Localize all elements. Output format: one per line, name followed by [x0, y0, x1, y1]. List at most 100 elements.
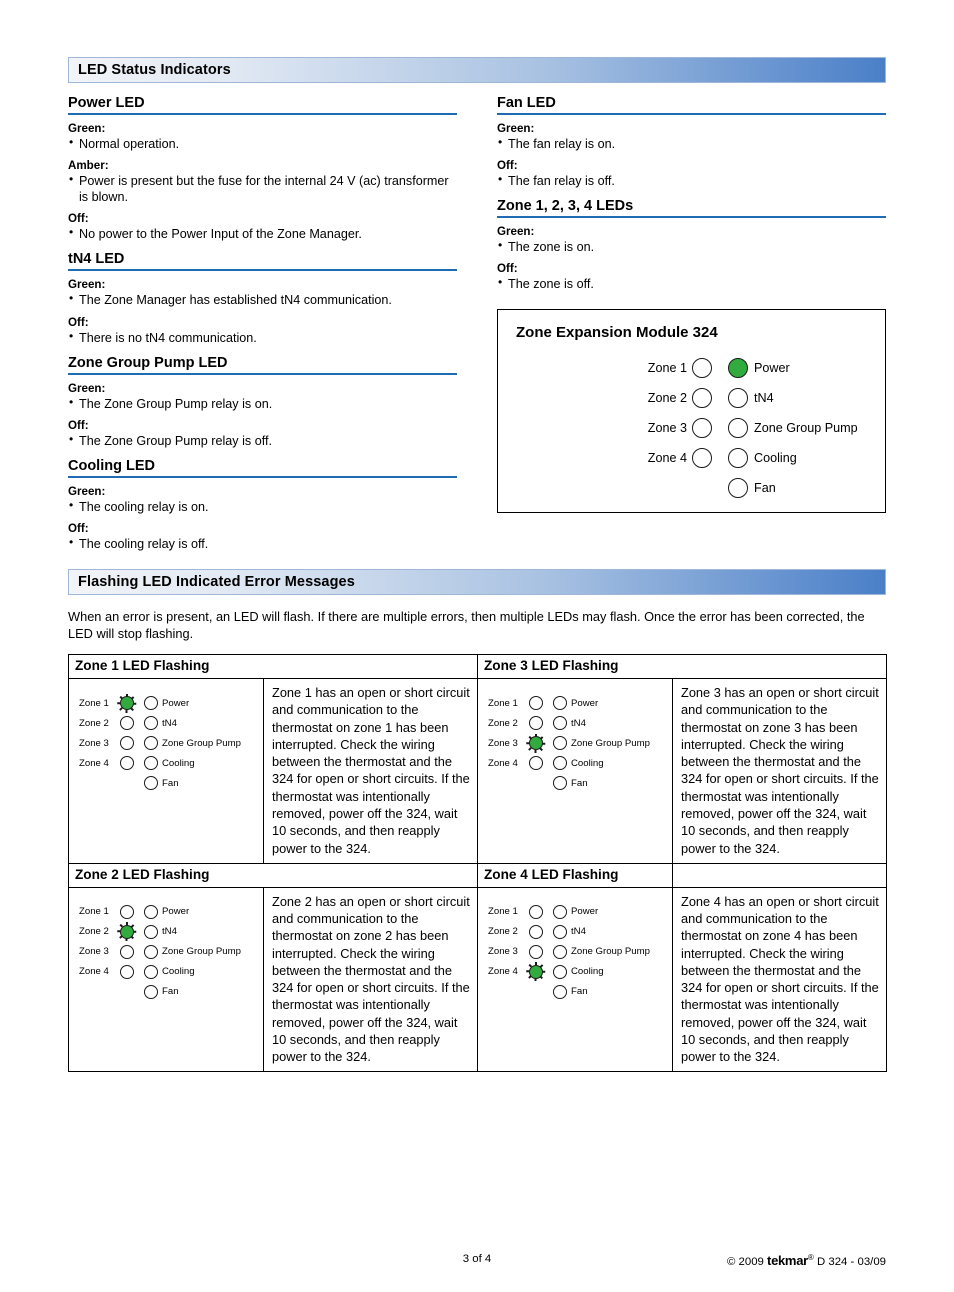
heading-fan-led: Fan LED [497, 95, 886, 115]
mini-zone-label: Zone 3 [79, 946, 109, 958]
table-diagram-cell: Zone 1 Power Zone 2 tN4 Zone 3 Zone Group Pum… [477, 678, 674, 864]
mini-led-diagram: Zone 1 Power Zone 2 tN4 Zone 3 Zone Group Pum… [488, 902, 674, 1002]
state-label: Green: [68, 484, 106, 498]
mini-status-label: Cooling [162, 966, 195, 978]
led-zone-3 [692, 418, 712, 439]
led-zone-4 [692, 448, 712, 469]
mini-led-tn4 [553, 924, 567, 939]
table-diagram-cell: Zone 1 Power Zone 2 tN4 Zone 3 Zone Group Pum… [477, 886, 674, 1073]
table-description-cell: Zone 1 has an open or short circuit and … [263, 678, 478, 864]
module-status-label: tN4 [754, 391, 774, 406]
mini-led-zone-1 [529, 696, 543, 711]
state-description: Power is present but the fuse for the in… [68, 172, 457, 205]
mini-led-row: Zone 3 Zone Group Pump [488, 942, 674, 962]
module-zone-label: Zone 3 [647, 421, 687, 436]
mini-zone-label: Zone 1 [79, 906, 109, 918]
led-zone-group-pump [728, 418, 748, 439]
led-zone-2 [692, 388, 712, 409]
mini-zone-label: Zone 4 [79, 757, 109, 769]
module-diagram-title: Zone Expansion Module 324 [516, 324, 718, 342]
mini-led-cooling [553, 756, 567, 771]
state-label: Off: [68, 212, 89, 226]
heading-zone-1-2-3-4-leds: Zone 1, 2, 3, 4 LEDs [497, 198, 886, 219]
module-status-label: Fan [754, 481, 776, 496]
mini-status-label: Power [162, 906, 190, 918]
mini-zone-label: Zone 2 [79, 926, 109, 938]
table-header-cell: Zone 1 LED Flashing [68, 654, 478, 680]
mini-led-row: Zone 1 Power [79, 693, 265, 713]
heading-cooling-led: Cooling LED [68, 458, 457, 478]
mini-status-label: Fan [571, 986, 588, 998]
mini-led-zone-4 [120, 964, 134, 979]
module-status-row: tN4 [728, 383, 858, 413]
state-label: Green: [68, 381, 106, 395]
state-label: Green: [68, 278, 106, 292]
mini-led-zone-1 [529, 904, 543, 919]
state-description: The Zone Manager has established tN4 com… [68, 291, 457, 308]
table-diagram-cell: Zone 1 Power Zone 2 tN4 Zone 3 Zone Group Pum… [68, 886, 265, 1073]
mini-led-zone-1 [117, 693, 137, 713]
table-description-cell: Zone 4 has an open or short circuit and … [672, 886, 887, 1073]
mini-led-zone-1 [120, 904, 134, 919]
section-banner-flashing-errors: Flashing LED Indicated Error Messages [68, 569, 886, 596]
mini-led-power [553, 696, 567, 711]
mini-led-row: Fan [488, 773, 674, 793]
mini-led-cooling [144, 756, 158, 771]
mini-led-zone-group-pump [553, 736, 567, 751]
mini-led-diagram: Zone 1 Power Zone 2 tN4 Zone 3 Zone Group Pum… [79, 902, 265, 1002]
mini-led-zone-group-pump [144, 736, 158, 751]
mini-led-row: Zone 2 tN4 [488, 713, 674, 733]
section-title-led-status: LED Status Indicators [78, 62, 231, 78]
mini-led-tn4 [144, 716, 158, 731]
mini-status-label: Cooling [571, 966, 604, 978]
module-status-row: Power [728, 353, 858, 383]
mini-zone-label: Zone 3 [79, 737, 109, 749]
module-status-label: Zone Group Pump [754, 421, 858, 436]
module-status-label: Power [754, 361, 790, 376]
mini-led-row: Zone 2 tN4 [79, 713, 265, 733]
state-description: The cooling relay is off. [68, 535, 457, 552]
document-page: LED Status Indicators Power LED Green: Nor… [0, 57, 954, 1292]
mini-led-zone-3 [529, 944, 543, 959]
right-column: Fan LEDGreen:The fan relay is on.Off:The… [497, 95, 886, 552]
heading-zone-group-pump-led: Zone Group Pump LED [68, 355, 457, 375]
led-cooling [728, 448, 748, 469]
mini-led-fan [553, 776, 567, 791]
module-status-row: Fan [728, 473, 858, 503]
section-banner-led-status: LED Status Indicators [68, 57, 886, 83]
state-description: Normal operation. [68, 135, 457, 152]
mini-led-cooling [144, 964, 158, 979]
mini-led-row: Zone 4 Cooling [488, 962, 674, 982]
state-label: Amber: [68, 159, 109, 173]
state-description: No power to the Power Input of the Zone … [68, 225, 457, 242]
heading-power-led: Power LED [68, 95, 457, 115]
state-description: The zone is on. [497, 238, 886, 255]
module-zone-row: Zone 3 [634, 413, 712, 443]
mini-status-label: Zone Group Pump [162, 737, 241, 749]
zone-expansion-module-diagram: Zone Expansion Module 324 Zone 1 Zone 2 Zo… [497, 309, 886, 514]
mini-status-label: Zone Group Pump [162, 946, 241, 958]
state-label: Green: [497, 122, 535, 135]
mini-led-fan [144, 776, 158, 791]
mini-status-label: Fan [162, 986, 179, 998]
mini-led-row: Zone 1 Power [79, 902, 265, 922]
mini-led-row: Zone 4 Cooling [79, 962, 265, 982]
mini-led-zone-2 [529, 716, 543, 731]
table-header-spacer [672, 862, 887, 888]
mini-led-row: Fan [79, 773, 265, 793]
mini-zone-label: Zone 2 [488, 717, 518, 729]
mini-led-row: Fan [79, 982, 265, 1002]
mini-led-zone-2 [120, 716, 134, 731]
mini-led-zone-3 [120, 944, 134, 959]
table-header-cell: Zone 3 LED Flashing [477, 654, 887, 680]
mini-status-label: tN4 [571, 717, 586, 729]
mini-led-row: Zone 1 Power [488, 902, 674, 922]
mini-led-row: Zone 1 Power [488, 693, 674, 713]
mini-zone-label: Zone 1 [488, 906, 518, 918]
state-description: The cooling relay is on. [68, 498, 457, 515]
mini-status-label: Zone Group Pump [571, 946, 650, 958]
table-header-row: Zone 1 LED Flashing Zone 3 LED Flashing [68, 654, 887, 680]
state-label: Green: [497, 225, 535, 239]
mini-zone-label: Zone 3 [488, 737, 518, 749]
mini-led-fan [144, 984, 158, 999]
